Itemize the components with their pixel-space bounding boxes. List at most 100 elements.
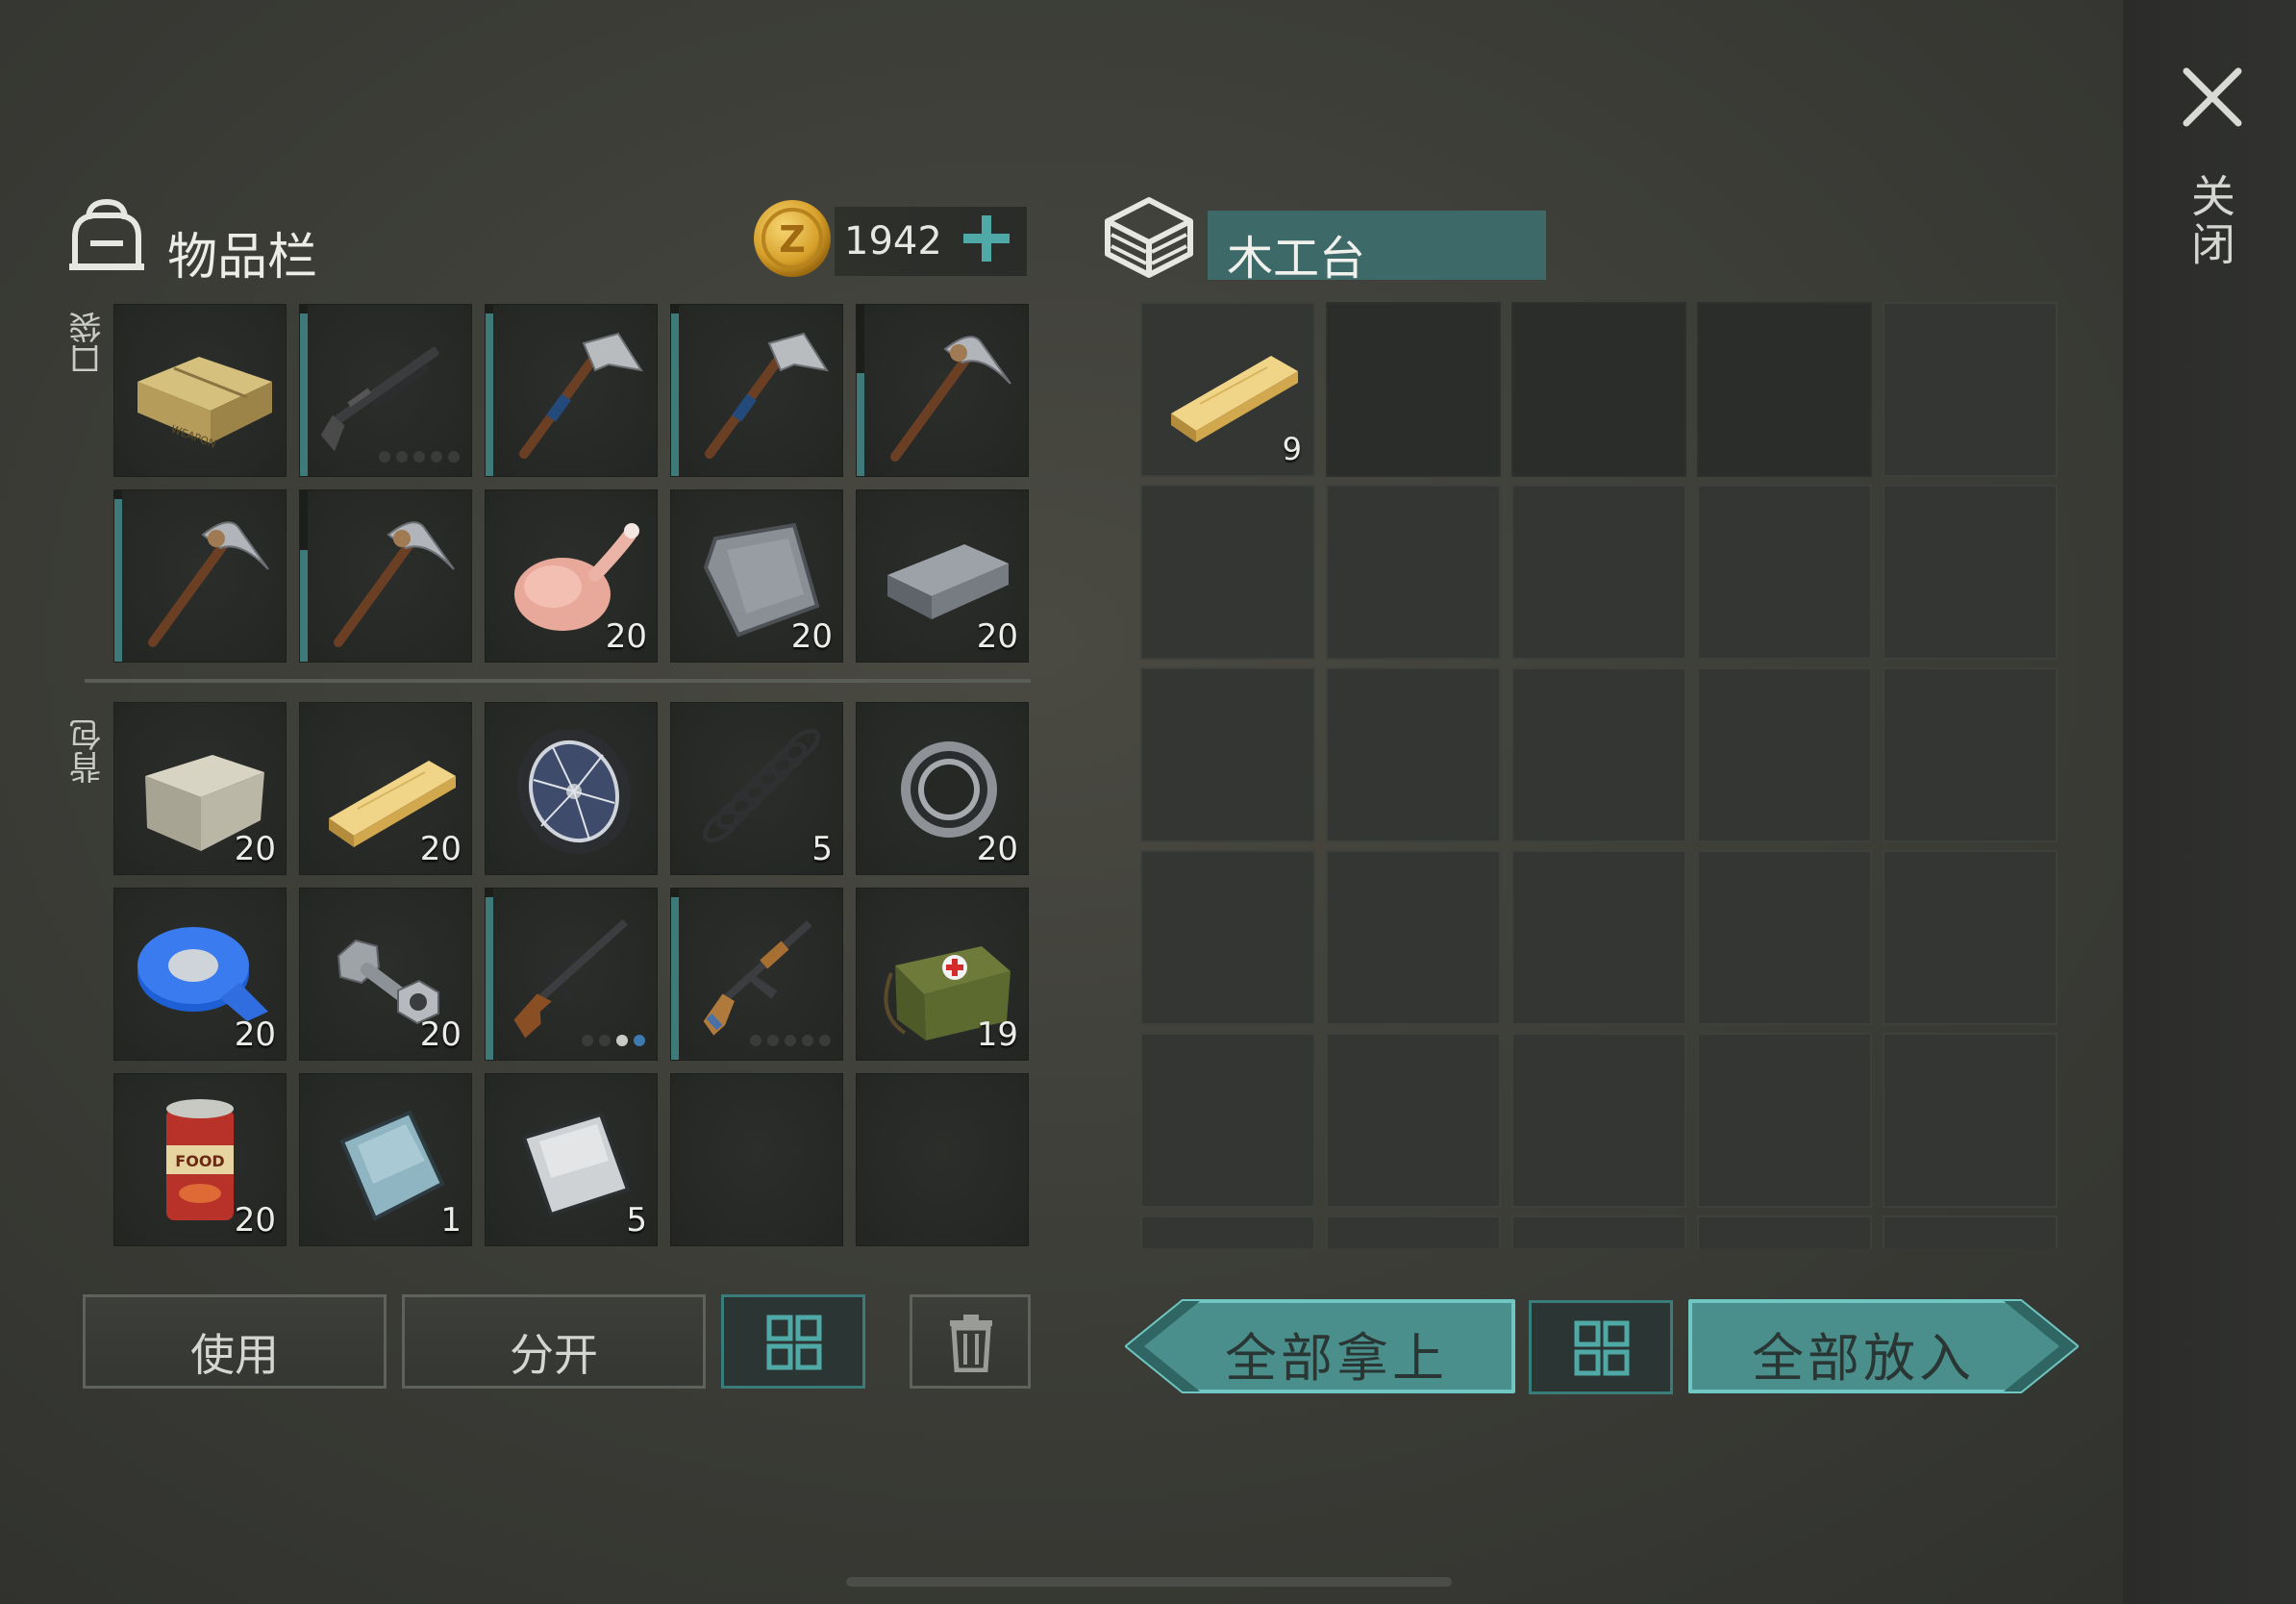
container-empty-slot[interactable] [1697, 302, 1872, 477]
upgrade-dot [448, 451, 460, 463]
item-quantity: 1 [440, 1201, 462, 1240]
durability-bar [486, 313, 493, 476]
backpack-empty-slot[interactable] [670, 1073, 843, 1246]
split-button-label: 分开 [510, 1329, 598, 1381]
durability-bar [114, 498, 122, 662]
container-empty-slot[interactable] [1511, 667, 1686, 842]
backpack-slot[interactable]: 20 [299, 702, 472, 875]
container-empty-slot[interactable] [1883, 1033, 2058, 1208]
backpack-icon [69, 198, 144, 270]
durability-bar [671, 896, 679, 1060]
home-indicator[interactable] [846, 1577, 1452, 1587]
container-empty-slot[interactable] [1883, 485, 2058, 660]
pocket-slot[interactable]: 20 [485, 489, 658, 663]
pocket-slot[interactable] [113, 489, 287, 663]
trash-button[interactable] [910, 1294, 1031, 1389]
container-empty-slot[interactable] [1140, 667, 1315, 842]
item-quantity: 20 [976, 830, 1018, 868]
pocket-slot[interactable] [485, 304, 658, 477]
put-all-label: 全部放入 [1752, 1328, 1975, 1389]
durability-bar [857, 373, 864, 476]
split-button[interactable]: 分开 [402, 1294, 706, 1389]
pocket-slot[interactable] [299, 489, 472, 663]
pocket-slot[interactable]: 20 [670, 489, 843, 663]
backpack-empty-slot[interactable] [856, 1073, 1029, 1246]
grid-sort-icon [1574, 1320, 1630, 1376]
container-empty-slot[interactable] [1697, 667, 1872, 842]
container-empty-slot[interactable] [1511, 485, 1686, 660]
coin-balance: 1942 [844, 219, 942, 263]
container-empty-slot[interactable] [1326, 1216, 1501, 1248]
inventory-title: 物品栏 [167, 229, 318, 287]
trash-icon [950, 1315, 992, 1372]
pocket-slot[interactable] [856, 304, 1029, 477]
coin-icon: Z [754, 200, 831, 277]
upgrade-dot [379, 451, 390, 463]
pocket-slot[interactable] [670, 304, 843, 477]
container-empty-slot[interactable] [1883, 667, 2058, 842]
upgrade-dot [413, 451, 425, 463]
upgrade-dot [767, 1035, 779, 1046]
container-empty-slot[interactable] [1883, 1216, 2058, 1248]
container-empty-slot[interactable] [1326, 302, 1501, 477]
pocket-slot[interactable] [299, 304, 472, 477]
close-label[interactable]: 关闭 [2184, 173, 2236, 269]
durability-bar [300, 550, 308, 662]
backpack-slot[interactable]: 5 [485, 1073, 658, 1246]
container-empty-slot[interactable] [1140, 1216, 1315, 1248]
backpack-slot[interactable]: 20 [299, 888, 472, 1061]
container-slot[interactable]: 9 [1140, 302, 1315, 477]
item-quantity: 9 [1282, 431, 1302, 467]
close-icon[interactable] [2181, 65, 2244, 129]
container-empty-slot[interactable] [1326, 850, 1501, 1025]
svg-text:Z: Z [779, 218, 806, 261]
container-empty-slot[interactable] [1697, 1216, 1872, 1248]
container-empty-slot[interactable] [1883, 302, 2058, 477]
container-empty-slot[interactable] [1511, 1216, 1686, 1248]
svg-text:FOOD: FOOD [175, 1152, 224, 1170]
backpack-slot[interactable]: 5 [670, 702, 843, 875]
backpack-slot[interactable]: FOOD 20 [113, 1073, 287, 1246]
sort-container-button[interactable] [1529, 1300, 1673, 1394]
add-coins-button[interactable] [960, 212, 1013, 265]
pocket-slot[interactable]: 20 [856, 489, 1029, 663]
backpack-slot[interactable]: 1 [299, 1073, 472, 1246]
backpack-slot[interactable]: 20 [856, 702, 1029, 875]
item-quantity: 19 [976, 1015, 1018, 1054]
weapon-crate-icon: WEAPON [137, 357, 272, 451]
container-empty-slot[interactable] [1511, 850, 1686, 1025]
container-empty-slot[interactable] [1326, 1033, 1501, 1208]
sort-inventory-button[interactable] [721, 1294, 865, 1389]
use-button-label: 使用 [190, 1329, 279, 1381]
container-empty-slot[interactable] [1140, 1033, 1315, 1208]
backpack-slot[interactable] [485, 702, 658, 875]
backpack-slot[interactable]: 19 [856, 888, 1029, 1061]
container-empty-slot[interactable] [1326, 667, 1501, 842]
container-empty-slot[interactable] [1697, 485, 1872, 660]
container-empty-slot[interactable] [1511, 302, 1686, 477]
backpack-slot[interactable]: 20 [113, 888, 287, 1061]
upgrade-dot [785, 1035, 796, 1046]
use-button[interactable]: 使用 [83, 1294, 387, 1389]
container-empty-slot[interactable] [1326, 485, 1501, 660]
item-quantity: 20 [605, 617, 647, 656]
container-empty-slot[interactable] [1697, 850, 1872, 1025]
container-empty-slot[interactable] [1140, 485, 1315, 660]
backpack-slot[interactable]: 20 [113, 702, 287, 875]
pocket-slot[interactable]: WEAPON [113, 304, 287, 477]
container-empty-slot[interactable] [1697, 1033, 1872, 1208]
upgrade-dot [802, 1035, 813, 1046]
upgrade-level-dots [582, 1035, 645, 1046]
item-quantity: 20 [234, 830, 276, 868]
upgrade-dot [396, 451, 408, 463]
item-quantity: 5 [626, 1201, 647, 1240]
item-quantity: 20 [234, 1201, 276, 1240]
container-grid: 9 [1140, 302, 2059, 1248]
container-empty-slot[interactable] [1511, 1033, 1686, 1208]
upgrade-dot [634, 1035, 645, 1046]
backpack-slot[interactable] [670, 888, 843, 1061]
container-empty-slot[interactable] [1883, 850, 2058, 1025]
upgrade-dot [582, 1035, 593, 1046]
container-empty-slot[interactable] [1140, 850, 1315, 1025]
backpack-slot[interactable] [485, 888, 658, 1061]
